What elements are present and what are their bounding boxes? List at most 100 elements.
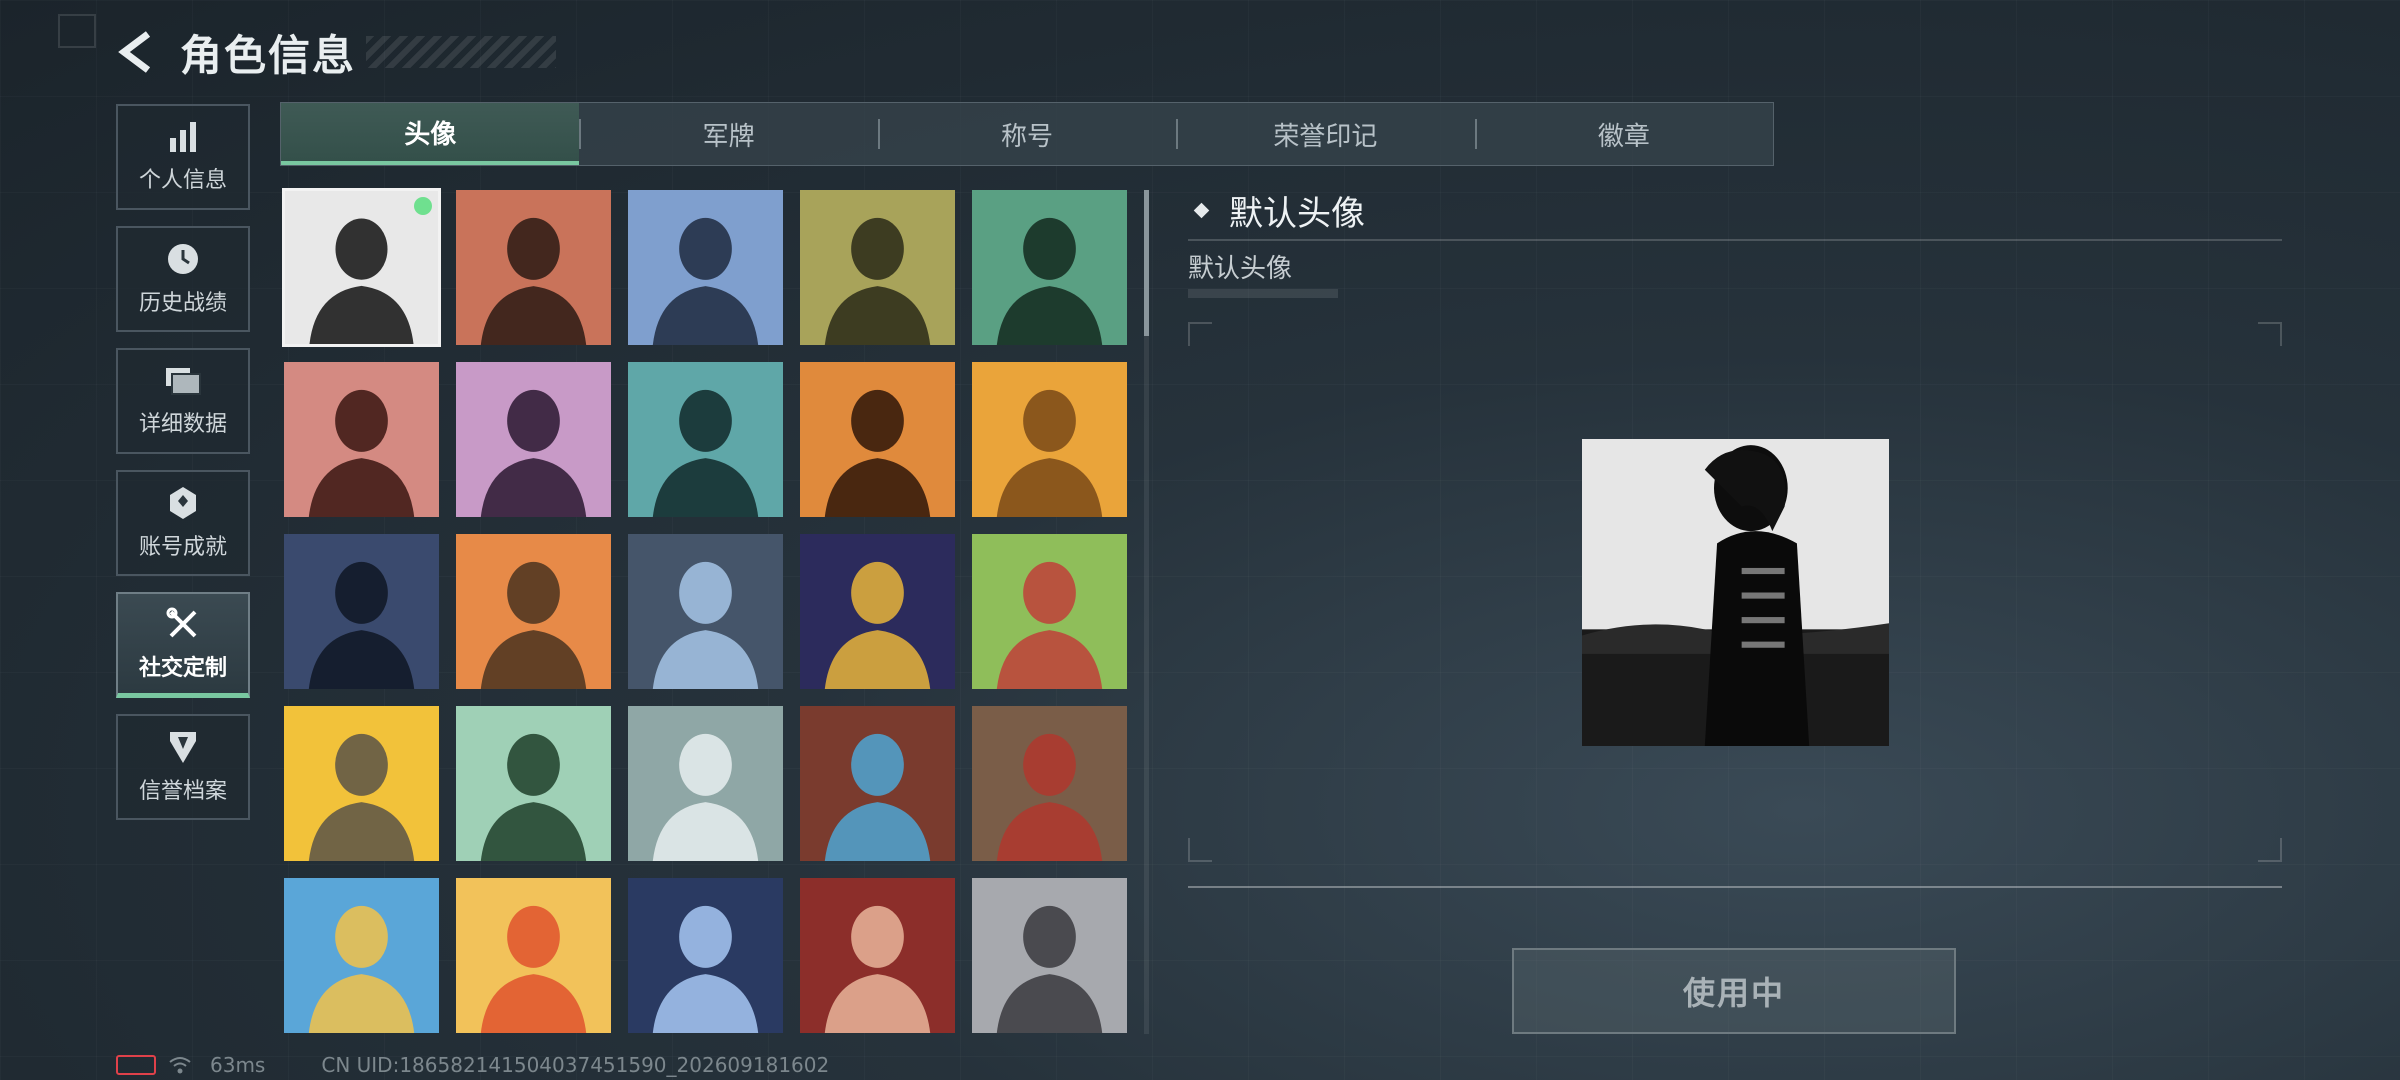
avatar-art: [800, 878, 955, 1033]
avatar-feather[interactable]: [798, 704, 957, 863]
avatar-art: [628, 190, 783, 345]
avatar-scrollbar[interactable]: [1144, 190, 1149, 1034]
uid-text: CN UID:1865821415040374515​90_2026091816…: [321, 1053, 830, 1077]
equipped-indicator: [414, 197, 432, 215]
battery-icon: [116, 1055, 156, 1075]
avatar-game-card[interactable]: [798, 532, 957, 691]
sidebar-item-label: 详细数据: [138, 412, 227, 437]
avatar-art: [628, 706, 783, 861]
tools-icon: [166, 607, 197, 637]
scrollbar-thumb[interactable]: [1144, 190, 1149, 336]
avatar-art: [972, 878, 1127, 1033]
avatar-art: [284, 878, 439, 1033]
tab-avatar[interactable]: 头像: [281, 103, 580, 165]
avatar-scales-badge[interactable]: [970, 704, 1129, 863]
avatar-glasses-beard[interactable]: [626, 360, 785, 519]
frame-corner: [1188, 838, 1212, 862]
detail-divider: [1188, 239, 2282, 241]
detail-title-text: 默认头像: [1229, 194, 1365, 234]
avatar-art: [284, 534, 439, 689]
title-stripe-decoration: [366, 36, 557, 68]
tab-badge[interactable]: 徽章: [1474, 103, 1773, 165]
sidebar-item-reputation[interactable]: 信誉档案: [116, 714, 250, 820]
subtitle-decoration: [1188, 289, 1338, 298]
sidebar-item-label: 信誉档案: [138, 779, 227, 804]
sidebar-item-label: 历史战绩: [138, 291, 227, 316]
avatar-night-soldier[interactable]: [282, 532, 441, 691]
sidebar-item-history[interactable]: 历史战绩: [116, 226, 250, 332]
avatar-art: [972, 706, 1127, 861]
avatar-party-man[interactable]: [282, 876, 441, 1035]
avatar-art: [456, 190, 611, 345]
in-use-button[interactable]: 使用中: [1512, 948, 1956, 1034]
avatar-default-silhouette[interactable]: [282, 188, 441, 347]
avatar-exit-door[interactable]: [970, 532, 1129, 691]
avatar-lightning-machine[interactable]: [626, 876, 785, 1035]
avatar-mountain-soldier[interactable]: [970, 876, 1129, 1035]
avatar-art: [972, 190, 1127, 345]
frame-corner: [2258, 838, 2282, 862]
avatar-pizza-robot[interactable]: [282, 704, 441, 863]
avatar-art: [284, 362, 439, 517]
avatar-art: [628, 362, 783, 517]
avatar-grid: [282, 188, 1132, 1036]
back-arrow-icon: [118, 31, 151, 73]
avatar-thumbs-up-soldier[interactable]: [454, 532, 613, 691]
bar-chart-icon: [170, 122, 196, 152]
avatar-art: [456, 534, 611, 689]
avatar-preview-image: [1582, 439, 1889, 746]
tab-dogtag[interactable]: 军牌: [579, 103, 877, 165]
avatar-helmet-woman[interactable]: [282, 360, 441, 519]
history-icon: [168, 244, 198, 274]
avatar-art: [800, 362, 955, 517]
detail-title: 默认头像: [1193, 186, 1365, 235]
avatar-art: [456, 706, 611, 861]
avatar-bald-bearded[interactable]: [798, 188, 957, 347]
avatar-art: [285, 191, 438, 344]
avatar-triangle-emblem[interactable]: [970, 360, 1129, 519]
sidebar-item-social[interactable]: 社交定制: [116, 592, 250, 698]
avatar-art: [628, 878, 783, 1033]
avatar-rifle-scope[interactable]: [626, 532, 785, 691]
sidebar-item-label: 账号成就: [138, 535, 227, 560]
avatar-diamond-hand[interactable]: [626, 704, 785, 863]
folder-icon: [166, 368, 201, 395]
sidebar-item-achievements[interactable]: 账号成就: [116, 470, 250, 576]
sidebar-item-profile[interactable]: 个人信息: [116, 104, 250, 210]
avatar-art: [972, 362, 1127, 517]
detail-bottom-divider: [1188, 886, 2282, 888]
medal-icon: [170, 487, 196, 519]
avatar-soldier-cap[interactable]: [454, 188, 613, 347]
avatar-headset-smile[interactable]: [970, 188, 1129, 347]
avatar-pilot-woman[interactable]: [626, 188, 785, 347]
avatar-art: [800, 534, 955, 689]
avatar-way-out-sign[interactable]: [454, 704, 613, 863]
shield-icon: [170, 732, 196, 763]
sidebar-item-details[interactable]: 详细数据: [116, 348, 250, 454]
detail-subtitle: 默认头像: [1188, 254, 1293, 284]
avatar-art: [456, 362, 611, 517]
sidebar-item-label: 社交定制: [138, 655, 227, 681]
page-header: 角色信息: [112, 22, 557, 82]
avatar-art: [456, 878, 611, 1033]
avatar-art: [800, 190, 955, 345]
corner-decoration: [58, 14, 96, 48]
status-bar: 63ms CN UID:1865821415040374515​90_20260…: [116, 1052, 829, 1078]
avatar-hotdog-mascot[interactable]: [454, 876, 613, 1035]
tab-title[interactable]: 称号: [877, 103, 1176, 165]
avatar-white-hair-girl[interactable]: [454, 360, 613, 519]
sidebar-item-label: 个人信息: [138, 168, 227, 193]
ping-text: 63ms: [210, 1053, 266, 1077]
avatar-art: [284, 706, 439, 861]
frame-corner: [1188, 322, 1212, 346]
tab-honor-mark[interactable]: 荣誉印记: [1176, 103, 1474, 165]
avatar-art: [972, 534, 1127, 689]
frame-corner: [2258, 322, 2282, 346]
avatar-red-hair-woman[interactable]: [798, 876, 957, 1035]
sidebar: 个人信息 历史战绩 详细数据 账号成就 社交定制 信誉档案: [116, 104, 250, 836]
back-button[interactable]: [112, 28, 160, 76]
tab-bar: 头像 军牌 称号 荣誉印记 徽章: [280, 102, 1774, 166]
avatar-art: [800, 706, 955, 861]
avatar-masked-man[interactable]: [798, 360, 957, 519]
avatar-art: [628, 534, 783, 689]
